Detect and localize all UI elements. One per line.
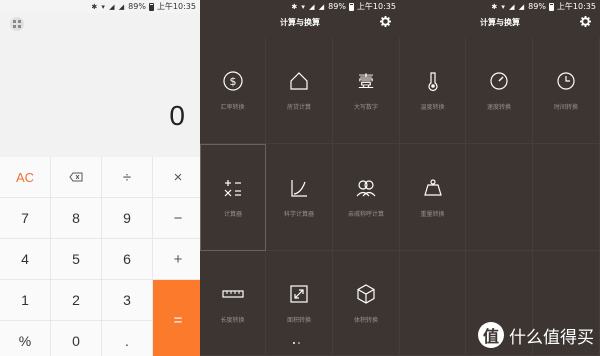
tile-label: 速度转换 bbox=[486, 104, 511, 111]
tile-currency[interactable]: $ 汇率转换 bbox=[200, 38, 266, 144]
svg-text:$: $ bbox=[229, 75, 236, 88]
key-1[interactable]: 1 bbox=[0, 280, 50, 320]
tile-area[interactable]: 面积转换 bbox=[266, 251, 333, 356]
tile-label: 体积转换 bbox=[353, 316, 378, 324]
thermometer-icon bbox=[427, 72, 438, 91]
key-9[interactable]: 9 bbox=[102, 198, 152, 238]
key-7[interactable]: 7 bbox=[0, 198, 50, 238]
divide-button[interactable]: ÷ bbox=[102, 157, 152, 197]
key-0[interactable]: 0 bbox=[51, 321, 101, 356]
house-icon bbox=[290, 72, 308, 90]
calculator-panel: ✱ ▾ ◢ ◢ 89% 上午10:35 0 AC ÷ × 7 8 9 − 4 5… bbox=[0, 0, 200, 356]
minus-button[interactable]: − bbox=[153, 198, 200, 238]
converter-panel-page-1: ✱ ▾ ◢ ◢ 89% 上午10:35 计算与换算 $ 汇率转换 房贷计算 壹 … bbox=[200, 0, 400, 356]
key-8[interactable]: 8 bbox=[51, 198, 101, 238]
tile-label: 科学计算器 bbox=[283, 210, 314, 218]
tile-label: 汇率转换 bbox=[220, 104, 245, 111]
watermark-text: 什么值得买 bbox=[509, 327, 594, 348]
page-indicator bbox=[293, 342, 300, 344]
watermark-logo: 值 bbox=[478, 322, 504, 348]
tile-label: 亲戚称呼计算 bbox=[347, 210, 384, 218]
tile-volume[interactable]: 体积转换 bbox=[333, 251, 400, 356]
currency-icon: $ bbox=[222, 71, 243, 91]
watermark: 值 什么值得买 bbox=[478, 322, 594, 348]
clock-time: 上午10:35 bbox=[356, 2, 396, 11]
battery-percent: 89% bbox=[128, 2, 146, 11]
battery-icon bbox=[348, 2, 354, 11]
battery-percent: 89% bbox=[328, 2, 346, 11]
tile-weight[interactable]: 重量转换 bbox=[400, 144, 466, 251]
signal-icon: ✱ ▾ ◢ ◢ bbox=[291, 2, 326, 11]
tile-label: 温度转换 bbox=[420, 104, 445, 111]
speedometer-icon bbox=[490, 72, 508, 90]
signal-icon: ✱ ▾ ◢ ◢ bbox=[91, 2, 126, 11]
battery-icon bbox=[548, 2, 554, 11]
clock-icon bbox=[557, 72, 575, 90]
area-icon bbox=[290, 284, 308, 303]
weight-icon bbox=[423, 178, 442, 196]
tile-relatives[interactable]: 亲戚称呼计算 bbox=[333, 144, 400, 251]
tile-label: 时间转换 bbox=[553, 104, 578, 111]
calculator-display: 0 bbox=[169, 100, 185, 131]
keypad: AC ÷ × 7 8 9 − 4 5 6 + 1 2 3 = % 0 . bbox=[0, 157, 200, 356]
tile-label: 计算器 bbox=[223, 211, 242, 218]
tile-label: 房贷计算 bbox=[286, 104, 311, 111]
key-4[interactable]: 4 bbox=[0, 239, 50, 279]
clear-button[interactable]: AC bbox=[0, 157, 50, 197]
tile-label: 面积转换 bbox=[286, 316, 311, 324]
status-bar: ✱ ▾ ◢ ◢ 89% 上午10:35 bbox=[400, 0, 600, 13]
plus-button[interactable]: + bbox=[153, 239, 200, 279]
clock-time: 上午10:35 bbox=[556, 2, 596, 11]
cube-icon bbox=[357, 283, 375, 304]
menu-icon[interactable] bbox=[10, 17, 24, 31]
backspace-icon bbox=[69, 172, 83, 182]
tile-speed[interactable]: 速度转换 bbox=[466, 38, 533, 144]
percent-button[interactable]: % bbox=[0, 321, 50, 356]
backspace-button[interactable] bbox=[51, 157, 101, 197]
tile-label: 大写数字 bbox=[353, 104, 378, 111]
gear-icon[interactable] bbox=[580, 16, 591, 27]
signal-icon: ✱ ▾ ◢ ◢ bbox=[491, 2, 526, 11]
key-3[interactable]: 3 bbox=[102, 280, 152, 320]
battery-icon bbox=[148, 2, 154, 11]
calculator-icon bbox=[224, 180, 241, 197]
tile-time[interactable]: 时间转换 bbox=[533, 38, 600, 144]
tile-temperature[interactable]: 温度转换 bbox=[400, 38, 466, 144]
decimal-button[interactable]: . bbox=[102, 321, 152, 356]
equals-button[interactable]: = bbox=[153, 280, 200, 356]
tile-mortgage[interactable]: 房贷计算 bbox=[266, 38, 333, 144]
key-2[interactable]: 2 bbox=[51, 280, 101, 320]
tile-length[interactable]: 长度转换 bbox=[200, 251, 266, 356]
key-6[interactable]: 6 bbox=[102, 239, 152, 279]
tile-scientific[interactable]: 科学计算器 bbox=[266, 144, 333, 251]
tile-empty bbox=[466, 144, 533, 251]
gear-icon[interactable] bbox=[380, 16, 391, 27]
clock-time: 上午10:35 bbox=[156, 2, 196, 11]
status-bar: ✱ ▾ ◢ ◢ 89% 上午10:35 bbox=[200, 0, 400, 13]
tile-empty bbox=[400, 251, 466, 356]
svg-text:壹: 壹 bbox=[358, 72, 374, 91]
key-5[interactable]: 5 bbox=[51, 239, 101, 279]
tool-grid: 温度转换 速度转换 时间转换 重量转换 bbox=[400, 38, 600, 356]
chinese-numeral-icon: 壹 bbox=[358, 72, 374, 91]
status-bar: ✱ ▾ ◢ ◢ 89% 上午10:35 bbox=[0, 0, 200, 13]
graph-curve-icon bbox=[291, 179, 307, 197]
battery-percent: 89% bbox=[528, 2, 546, 11]
tile-label: 重量转换 bbox=[420, 210, 445, 218]
tile-chinese-numeral[interactable]: 壹 大写数字 bbox=[333, 38, 400, 144]
tile-calculator[interactable]: 计算器 bbox=[200, 144, 266, 251]
people-icon bbox=[356, 179, 376, 196]
ruler-icon bbox=[221, 289, 244, 298]
tool-grid: $ 汇率转换 房贷计算 壹 大写数字 计算器 科学计算器 亲戚称呼计算 长度转换 bbox=[200, 38, 400, 356]
tile-empty bbox=[533, 144, 600, 251]
page-title: 计算与换算 bbox=[480, 18, 520, 27]
tile-label: 长度转换 bbox=[220, 316, 245, 324]
converter-panel-page-2: ✱ ▾ ◢ ◢ 89% 上午10:35 计算与换算 温度转换 速度转换 时间转换… bbox=[400, 0, 600, 356]
multiply-button[interactable]: × bbox=[153, 157, 200, 197]
page-title: 计算与换算 bbox=[280, 18, 320, 27]
